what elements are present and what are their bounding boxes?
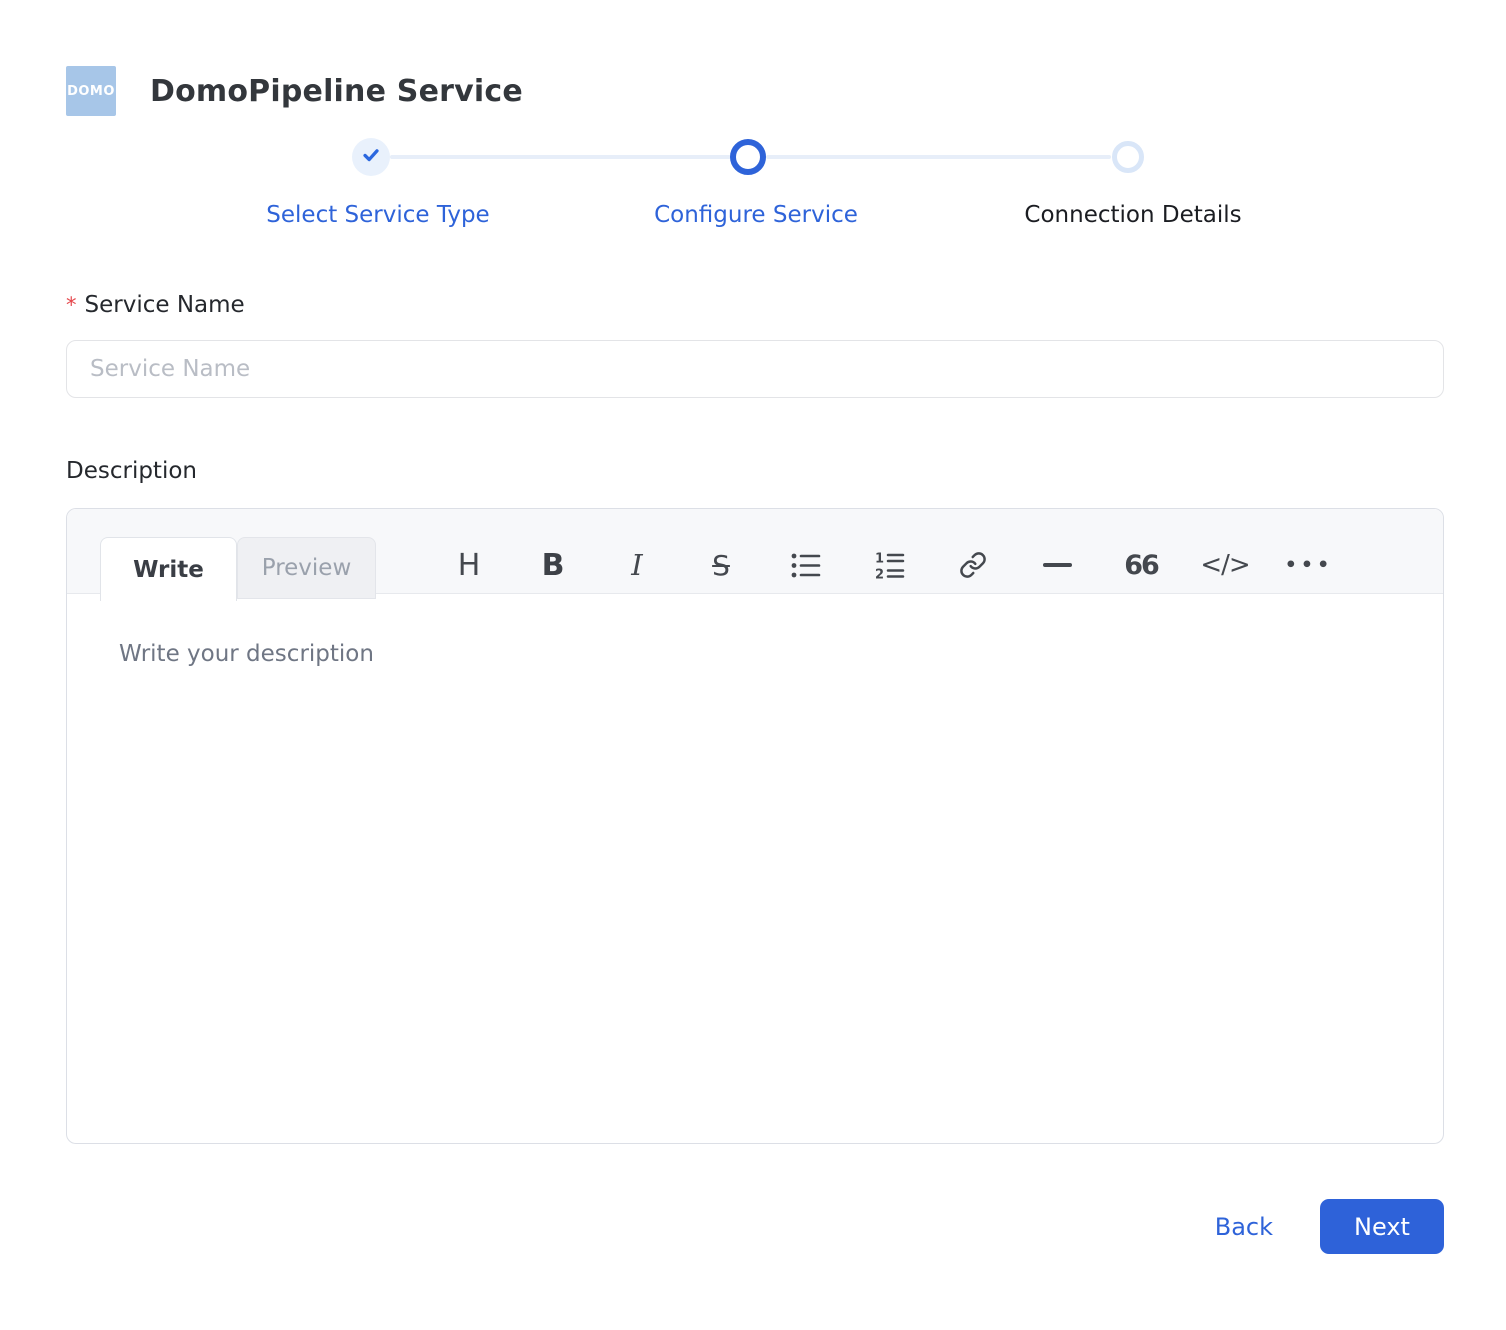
horizontal-rule-icon: [1042, 563, 1072, 567]
required-asterisk: *: [66, 293, 77, 317]
app-header: DOMO DomoPipeline Service: [66, 66, 1444, 116]
service-name-label-text: Service Name: [84, 292, 245, 318]
tab-preview-label: Preview: [261, 555, 352, 581]
wizard-stepper: Select Service Type Configure Service Co…: [66, 138, 1444, 268]
service-name-label: * Service Name: [66, 292, 1444, 318]
next-button[interactable]: Next: [1320, 1199, 1444, 1254]
description-textarea[interactable]: [67, 595, 1443, 1143]
more-options-button[interactable]: •••: [1267, 536, 1351, 594]
svg-text:1: 1: [875, 551, 884, 566]
tab-preview[interactable]: Preview: [237, 537, 376, 599]
step-label-configure-service[interactable]: Configure Service: [654, 202, 858, 228]
italic-button[interactable]: I: [595, 536, 679, 594]
description-label: Description: [66, 458, 197, 484]
horizontal-rule-button[interactable]: [1015, 536, 1099, 594]
tab-write[interactable]: Write: [100, 537, 237, 601]
ordered-list-button[interactable]: 1 2: [847, 536, 931, 594]
step-2-active-indicator[interactable]: [730, 139, 766, 175]
page-title: DomoPipeline Service: [150, 73, 523, 109]
step-label-connection-details[interactable]: Connection Details: [1024, 202, 1241, 228]
editor-body: [67, 595, 1443, 1143]
svg-text:2: 2: [875, 567, 884, 580]
step-1-completed-indicator[interactable]: [352, 138, 390, 176]
domo-logo-text: DOMO: [67, 83, 115, 99]
code-icon: </>: [1200, 550, 1250, 580]
description-markdown-editor: Write Preview H B I S 1 2 66 </> ••• Wri…: [66, 508, 1444, 1144]
wizard-actions: Back Next: [66, 1199, 1444, 1254]
code-button[interactable]: </>: [1183, 536, 1267, 594]
step-3-upcoming-indicator[interactable]: [1112, 141, 1144, 173]
quote-icon: 66: [1124, 549, 1160, 581]
back-button[interactable]: Back: [1215, 1213, 1273, 1241]
heading-button[interactable]: H: [427, 536, 511, 594]
italic-icon: I: [631, 548, 643, 582]
check-icon: [360, 144, 382, 170]
link-button[interactable]: [931, 536, 1015, 594]
unordered-list-button[interactable]: [763, 536, 847, 594]
step-label-select-service-type[interactable]: Select Service Type: [266, 202, 489, 228]
quote-button[interactable]: 66: [1099, 536, 1183, 594]
unordered-list-icon: [790, 551, 821, 580]
service-name-input[interactable]: [66, 340, 1444, 398]
link-icon: [959, 551, 987, 579]
strikethrough-button[interactable]: S: [679, 536, 763, 594]
formatting-toolbar: H B I S 1 2 66 </> •••: [427, 536, 1351, 594]
bold-icon: B: [541, 547, 565, 583]
stepper-connector-1: [390, 155, 731, 159]
domo-logo: DOMO: [66, 66, 116, 116]
stepper-connector-2: [766, 155, 1111, 159]
wizard-panel: DOMO DomoPipeline Service Select Service…: [66, 0, 1444, 1254]
heading-icon: H: [457, 547, 481, 583]
ellipsis-icon: •••: [1284, 554, 1334, 576]
strikethrough-icon: S: [712, 548, 730, 582]
tab-write-label: Write: [133, 556, 204, 583]
bold-button[interactable]: B: [511, 536, 595, 594]
ordered-list-icon: 1 2: [874, 551, 905, 580]
